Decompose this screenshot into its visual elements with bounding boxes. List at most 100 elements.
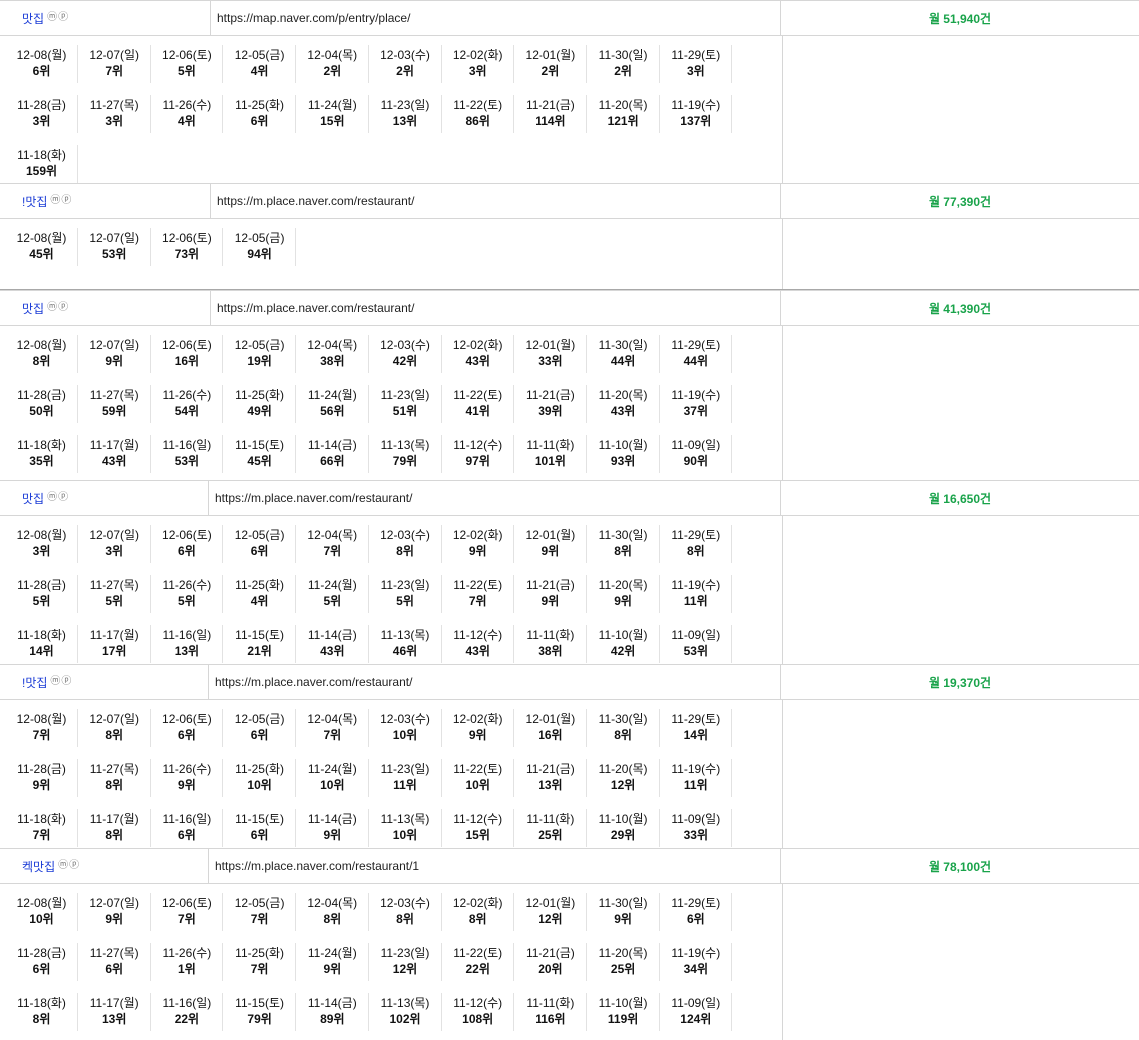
rank-value: 9위 — [541, 544, 560, 558]
rank-value: 8위 — [105, 728, 124, 742]
rank-cell: 11-15(토) 79위 — [224, 993, 297, 1031]
rank-date: 12-01(월) — [525, 896, 576, 910]
rank-date: 11-24(월) — [307, 578, 357, 592]
place-url[interactable]: https://m.place.naver.com/restaurant/ — [209, 665, 781, 699]
rank-value: 10위 — [29, 912, 54, 926]
place-name-link[interactable]: !맛집 ⓜ ⓟ — [0, 184, 211, 218]
place-url[interactable]: https://m.place.naver.com/restaurant/ — [209, 481, 781, 515]
rank-date: 12-08(월) — [16, 48, 67, 62]
rank-value: 9위 — [105, 354, 124, 368]
rank-date: 11-18(화) — [17, 996, 66, 1010]
rank-cell: 12-04(목) 8위 — [297, 893, 369, 931]
rank-cell: 11-13(목) 102위 — [370, 993, 442, 1031]
rank-date: 12-08(월) — [16, 712, 67, 726]
rank-date: 11-19(수) — [671, 578, 721, 592]
rank-value: 39위 — [538, 404, 563, 418]
rank-cell: 11-19(수) 11위 — [660, 575, 733, 613]
rank-value: 8위 — [105, 778, 124, 792]
rank-date: 11-22(토) — [453, 762, 503, 776]
rank-value: 4위 — [250, 64, 269, 78]
rank-value: 93위 — [610, 454, 636, 468]
rank-date: 12-04(목) — [307, 528, 358, 542]
rank-date: 12-07(일) — [89, 231, 140, 245]
rank-cell: 11-13(목) 79위 — [370, 435, 442, 473]
rank-cell: 11-09(일) 124위 — [660, 993, 733, 1031]
rank-value: 2위 — [396, 64, 414, 78]
place-url[interactable]: https://map.naver.com/p/entry/place/ — [211, 1, 781, 35]
rank-date: 11-13(목) — [380, 628, 430, 642]
rank-cell: 12-02(화) 8위 — [442, 893, 515, 931]
place-name: 맛집 — [22, 11, 45, 26]
rank-date: 11-25(화) — [235, 946, 285, 960]
rank-value: 56위 — [320, 404, 345, 418]
rank-cell: 11-19(수) 137위 — [660, 95, 733, 133]
rank-date: 11-28(금) — [17, 946, 66, 960]
rank-date: 11-21(금) — [525, 578, 575, 592]
rank-date: 11-12(수) — [453, 996, 503, 1010]
rank-cell: 11-22(토) 7위 — [442, 575, 515, 613]
rank-value: 54위 — [174, 404, 200, 418]
rank-date: 11-15(토) — [235, 438, 285, 452]
rank-cell: 12-03(수) 8위 — [370, 525, 442, 563]
place-name-link[interactable]: 맛집 ⓜ ⓟ — [0, 481, 209, 515]
rank-cell: 11-29(토) 6위 — [660, 893, 733, 931]
rank-date: 12-03(수) — [380, 338, 430, 352]
rank-value: 6위 — [178, 544, 196, 558]
monthly-search-volume: 월 16,650건 — [928, 491, 992, 506]
rank-value: 7위 — [32, 728, 51, 742]
rank-cell: 11-16(일) 53위 — [151, 435, 224, 473]
rank-cell: 11-09(일) 90위 — [660, 435, 733, 473]
rank-cell: 11-25(화) 4위 — [224, 575, 297, 613]
rank-date: 11-10(월) — [598, 628, 648, 642]
rank-value: 45위 — [247, 454, 272, 468]
monthly-search-volume: 월 51,940건 — [928, 11, 992, 26]
rank-value: 9위 — [614, 594, 632, 608]
rank-cell: 12-03(수) 42위 — [370, 335, 442, 373]
p-badge-icon: ⓟ — [69, 860, 80, 871]
rank-cell: 11-23(일) 11위 — [370, 759, 442, 797]
rank-date: 11-10(월) — [598, 438, 648, 452]
rank-cell: 11-27(목) 5위 — [79, 575, 151, 613]
rank-value: 7위 — [323, 544, 342, 558]
rank-cell: 12-05(금) 94위 — [224, 228, 297, 266]
rank-date: 11-18(화) — [17, 812, 66, 826]
rank-date: 12-02(화) — [452, 896, 503, 910]
rank-value: 6위 — [178, 728, 196, 742]
rank-cell: 12-07(일) 53위 — [79, 228, 151, 266]
rank-date: 12-06(토) — [162, 712, 212, 726]
rank-date: 11-19(수) — [671, 946, 721, 960]
place-name-link[interactable]: 맛집 ⓜ ⓟ — [0, 1, 211, 35]
rank-date: 12-04(목) — [307, 712, 358, 726]
rank-value: 10위 — [392, 728, 418, 742]
rank-value: 10위 — [465, 778, 490, 792]
entry-header: 맛집 ⓜ ⓟ https://m.place.naver.com/restaurant… — [0, 480, 1139, 516]
rank-cell: 11-18(화) 14위 — [6, 625, 78, 663]
p-badge-icon: ⓟ — [58, 12, 69, 23]
rank-value: 22위 — [465, 962, 490, 976]
rank-value: 43위 — [465, 644, 490, 658]
rank-date: 11-14(금) — [307, 996, 357, 1010]
rank-value: 79위 — [247, 1012, 272, 1026]
place-url[interactable]: https://m.place.naver.com/restaurant/ — [211, 184, 781, 218]
rank-value: 73위 — [174, 247, 200, 261]
rank-date: 11-29(토) — [671, 48, 721, 62]
rank-value: 7위 — [105, 64, 124, 78]
place-name-link[interactable]: !맛집 ⓜ ⓟ — [0, 665, 209, 699]
place-url[interactable]: https://m.place.naver.com/restaurant/1 — [209, 849, 781, 883]
rank-cell: 11-29(토) 8위 — [660, 525, 733, 563]
mp-badge-icon: ⓜ ⓟ — [50, 677, 71, 687]
rank-date: 11-28(금) — [17, 578, 66, 592]
place-url[interactable]: https://m.place.naver.com/restaurant/ — [211, 291, 781, 325]
rank-cell: 11-21(금) 39위 — [515, 385, 587, 423]
rank-date: 11-27(목) — [89, 762, 139, 776]
rank-date: 11-11(화) — [526, 812, 575, 826]
rank-value: 8위 — [105, 828, 124, 842]
place-name-link[interactable]: 맛집 ⓜ ⓟ — [0, 291, 211, 325]
rank-value: 44위 — [610, 354, 636, 368]
rank-cell: 11-24(월) 15위 — [297, 95, 369, 133]
rank-date: 11-11(화) — [526, 438, 575, 452]
rank-value: 16위 — [538, 728, 563, 742]
rank-date: 11-09(일) — [671, 438, 721, 452]
rank-date: 11-22(토) — [453, 388, 503, 402]
place-name-link[interactable]: 켁맛집 ⓜ ⓟ — [0, 849, 209, 883]
